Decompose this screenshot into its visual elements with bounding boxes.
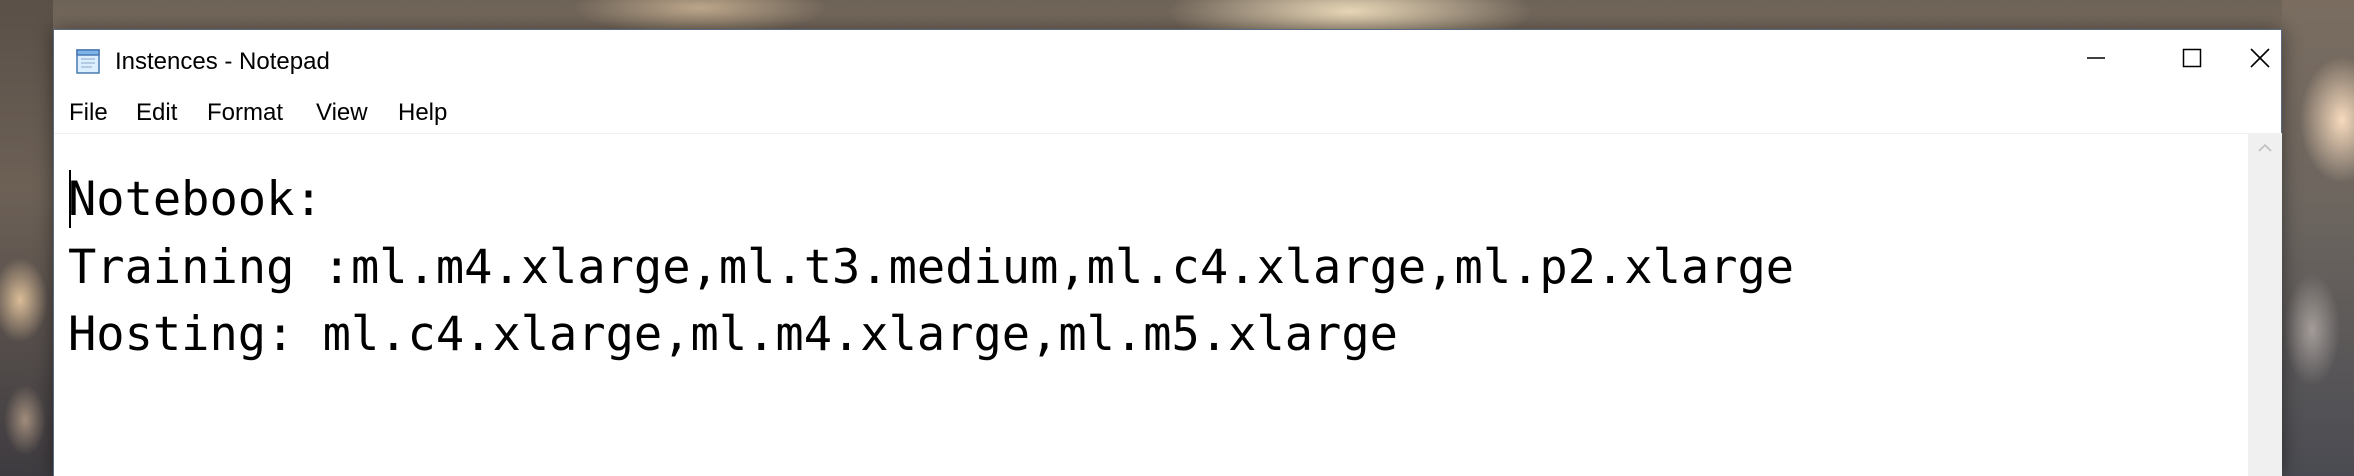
menu-bar: File Edit Format View Help <box>54 94 2281 132</box>
desktop-wallpaper-left <box>0 0 53 476</box>
editor-line: Hosting: ml.c4.xlarge,ml.m4.xlarge,ml.m5… <box>68 307 1398 362</box>
text-caret <box>69 170 71 228</box>
text-editor-area[interactable]: Notebook: Training :ml.m4.xlarge,ml.t3.m… <box>54 133 2248 476</box>
close-icon <box>2248 46 2272 75</box>
notepad-window: Instences - Notepad File Edit Format Vie… <box>53 29 2282 476</box>
menu-file[interactable]: File <box>66 99 111 127</box>
editor-line: Training :ml.m4.xlarge,ml.t3.medium,ml.c… <box>68 240 1795 295</box>
editor-line: Notebook: <box>68 172 323 227</box>
window-title: Instences - Notepad <box>115 48 330 75</box>
minimize-icon <box>2085 47 2107 74</box>
notepad-icon[interactable] <box>74 47 104 75</box>
vertical-scrollbar[interactable] <box>2248 133 2282 476</box>
close-button[interactable] <box>2238 30 2282 90</box>
minimize-button[interactable] <box>2048 30 2144 90</box>
maximize-button[interactable] <box>2144 30 2240 90</box>
menu-edit[interactable]: Edit <box>133 99 180 127</box>
menu-format[interactable]: Format <box>204 99 286 127</box>
desktop-wallpaper-right <box>2282 0 2354 476</box>
menu-help[interactable]: Help <box>395 99 450 127</box>
menu-view[interactable]: View <box>313 99 371 127</box>
scroll-up-button[interactable] <box>2248 133 2282 167</box>
scroll-up-arrow-icon <box>2257 141 2273 159</box>
title-bar[interactable]: Instences - Notepad <box>54 30 2281 94</box>
maximize-icon <box>2181 47 2203 74</box>
